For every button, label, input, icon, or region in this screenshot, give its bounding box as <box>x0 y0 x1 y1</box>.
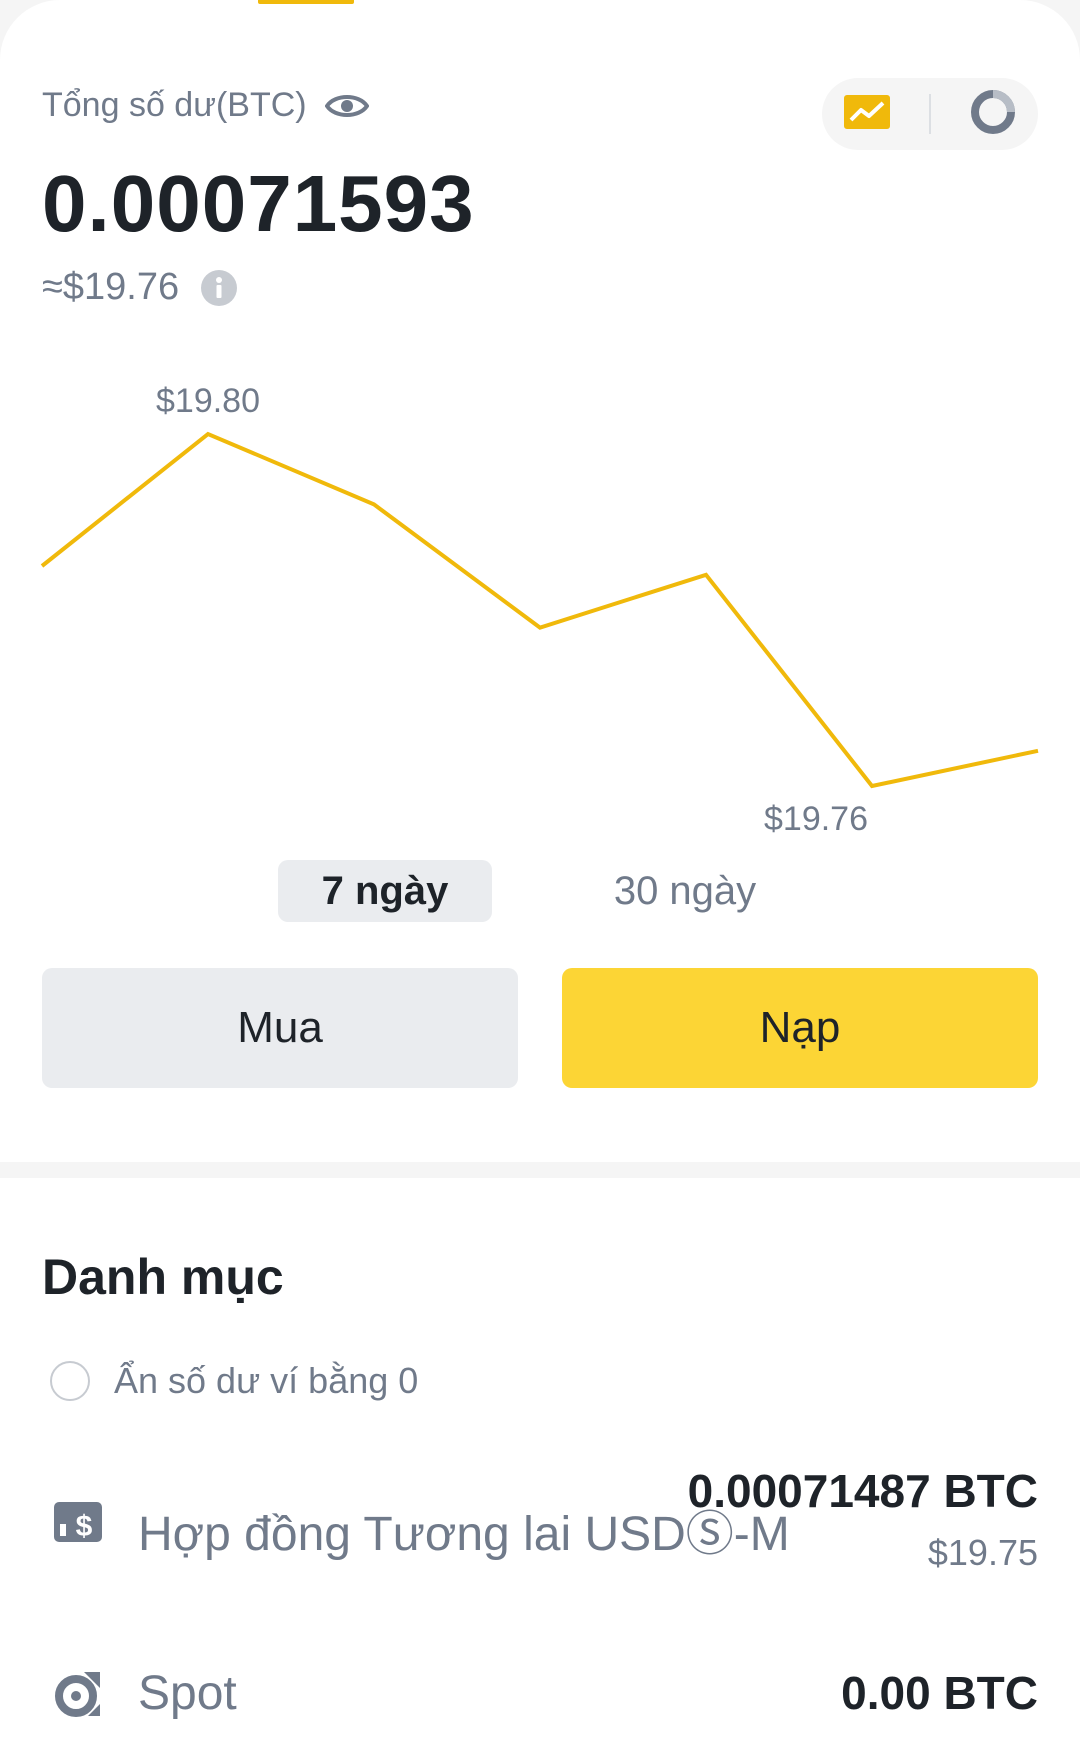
tab-7-days[interactable]: 7 ngày <box>278 860 492 922</box>
svg-text:$: $ <box>76 1510 93 1543</box>
asset-row-futures[interactable]: $ Hợp đồng Tương lai USDⓈ-M 0.00071487 B… <box>0 1450 1080 1580</box>
asset-amount: 0.00 BTC <box>841 1667 1038 1719</box>
pie-chart-icon <box>971 89 1015 139</box>
total-balance-value: 0.00071593 <box>42 159 475 248</box>
asset-row-spot[interactable]: Spot 0.00 BTC <box>0 1640 1080 1750</box>
portfolio-title: Danh mục <box>42 1249 284 1305</box>
asset-name: Spot <box>138 1667 237 1720</box>
deposit-button[interactable]: Nạp <box>562 968 1038 1088</box>
balance-usd-row: ≈$19.76 <box>42 266 238 309</box>
toggle-divider <box>929 94 931 134</box>
spot-icon <box>54 1670 102 1718</box>
chart-view-toggle <box>822 78 1038 150</box>
chart-max-label: $19.80 <box>156 382 260 420</box>
hide-zero-label: Ẩn số dư ví bằng 0 <box>114 1360 419 1401</box>
hide-zero-balance-toggle[interactable]: Ẩn số dư ví bằng 0 <box>50 1360 418 1402</box>
time-range-tabs: 7 ngày 30 ngày <box>0 860 1080 924</box>
eye-icon[interactable] <box>324 91 370 121</box>
balance-line-series <box>40 431 1039 789</box>
balance-line-chart: $19.80 $19.76 <box>40 382 1039 838</box>
line-chart-view-button[interactable] <box>839 86 895 142</box>
info-icon[interactable] <box>201 269 238 306</box>
asset-usd-value: $19.75 <box>927 1532 1038 1573</box>
chart-min-label: $19.76 <box>764 800 868 838</box>
balance-label-row: Tổng số dư(BTC) <box>42 86 370 125</box>
balance-label: Tổng số dư(BTC) <box>42 86 307 124</box>
futures-dollar-icon: $ <box>54 1498 102 1546</box>
line-chart-icon <box>844 94 890 134</box>
buy-button[interactable]: Mua <box>42 968 518 1088</box>
asset-amount: 0.00071487 BTC <box>687 1465 1038 1517</box>
portfolio-section: Danh mục Ẩn số dư ví bằng 0 $ Hợp đồng T… <box>0 1178 1080 1764</box>
hide-zero-radio[interactable] <box>50 1361 90 1401</box>
tab-30-days[interactable]: 30 ngày <box>578 860 792 922</box>
balance-card: Tổng số dư(BTC) 0.00071593 ≈$19.76 $19.8… <box>0 0 1080 1162</box>
pie-chart-view-button[interactable] <box>965 86 1021 142</box>
balance-usd-value: ≈$19.76 <box>42 266 180 308</box>
tab-indicator <box>258 0 354 4</box>
